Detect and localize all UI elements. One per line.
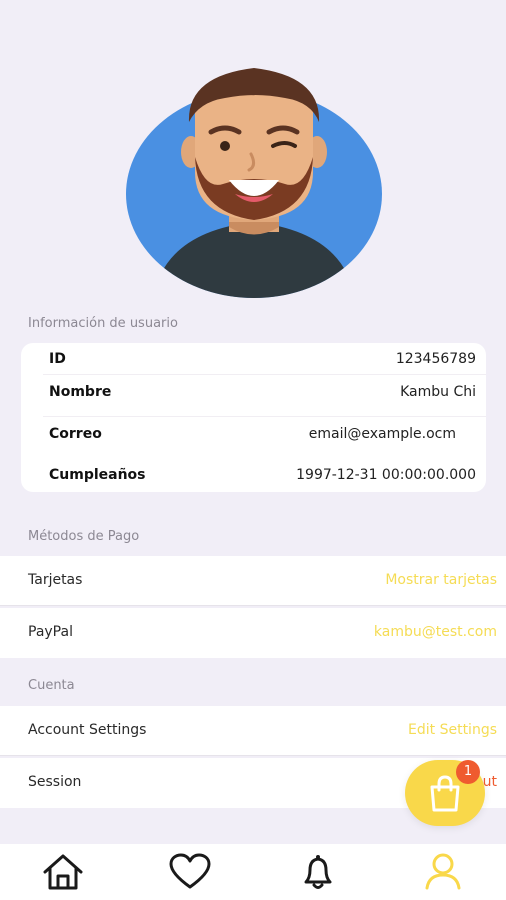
edit-settings-link[interactable]: Edit Settings xyxy=(408,722,497,738)
heart-icon xyxy=(169,853,211,889)
nav-home[interactable] xyxy=(41,852,85,892)
profile-screen: Información de usuario ID 123456789 Nomb… xyxy=(0,0,506,900)
info-key: Correo xyxy=(49,426,102,442)
info-value: 123456789 xyxy=(395,351,476,367)
avatar[interactable] xyxy=(125,62,383,298)
list-item-cards[interactable]: Tarjetas Mostrar tarjetas xyxy=(0,556,506,606)
account-section-label: Cuenta xyxy=(28,678,75,693)
home-icon xyxy=(43,854,83,890)
bell-icon xyxy=(304,855,332,889)
nav-profile[interactable] xyxy=(421,852,465,892)
info-row-id: ID 123456789 xyxy=(49,351,476,371)
show-cards-link[interactable]: Mostrar tarjetas xyxy=(385,572,497,588)
info-key: ID xyxy=(49,351,66,367)
info-key: Nombre xyxy=(49,384,112,400)
paypal-email-link[interactable]: kambu@test.com xyxy=(374,624,497,640)
nav-favorites[interactable] xyxy=(168,852,212,892)
divider xyxy=(0,605,506,606)
user-info-section-label: Información de usuario xyxy=(28,316,178,331)
cart-badge: 1 xyxy=(456,760,480,784)
divider xyxy=(0,755,506,756)
list-item-account-settings[interactable]: Account Settings Edit Settings xyxy=(0,706,506,756)
list-item-label: Tarjetas xyxy=(28,572,83,588)
logout-link[interactable]: ut xyxy=(483,774,497,790)
list-item-label: Account Settings xyxy=(28,722,147,738)
list-item-label: Session xyxy=(28,774,82,790)
info-key: Cumpleaños xyxy=(49,467,146,483)
info-row-name: Nombre Kambu Chi xyxy=(43,374,486,404)
user-info-card: ID 123456789 Nombre Kambu Chi Correo ema… xyxy=(21,343,486,492)
list-item-paypal[interactable]: PayPal kambu@test.com xyxy=(0,608,506,658)
info-value: email@example.ocm xyxy=(308,426,456,442)
user-icon xyxy=(425,853,461,890)
info-row-birthday: Cumpleaños 1997-12-31 00:00:00.000 xyxy=(49,467,476,487)
info-row-email: Correo email@example.ocm xyxy=(43,416,486,446)
bottom-nav xyxy=(0,844,506,900)
avatar-illustration xyxy=(126,68,382,298)
info-value: Kambu Chi xyxy=(400,384,476,400)
payment-section-label: Métodos de Pago xyxy=(28,529,140,544)
info-value: 1997-12-31 00:00:00.000 xyxy=(296,467,476,483)
list-item-label: PayPal xyxy=(28,624,73,640)
nav-notifications[interactable] xyxy=(296,852,340,892)
